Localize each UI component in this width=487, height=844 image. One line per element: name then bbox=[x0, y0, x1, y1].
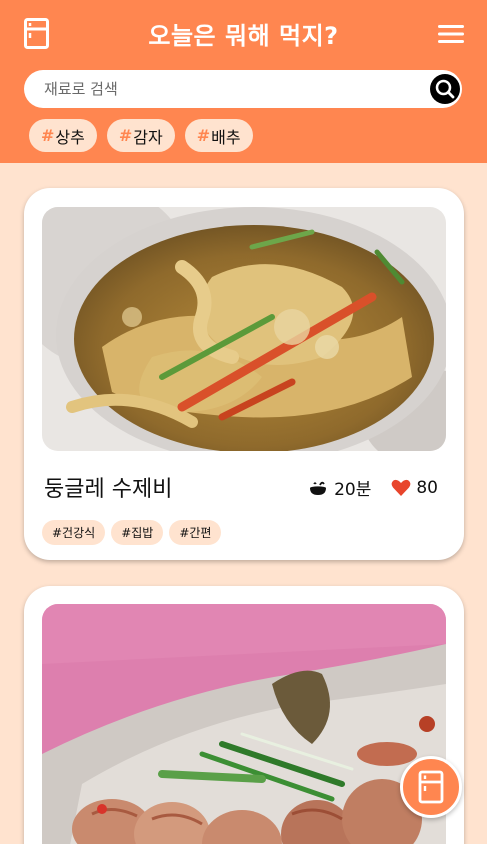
recipe-tag-list: #건강식 #집밥 #간편 bbox=[42, 520, 222, 545]
recipe-title: 둥글레 수제비 bbox=[44, 477, 173, 502]
ingredient-chip-label: 배추 bbox=[211, 127, 241, 147]
recipe-tag[interactable]: #간편 bbox=[169, 520, 222, 545]
fridge-fab-button[interactable] bbox=[400, 756, 462, 818]
ingredient-chip[interactable]: # 배추 bbox=[184, 119, 253, 152]
cooking-pot-icon bbox=[310, 481, 327, 495]
recipe-meta: 20분 80 bbox=[308, 475, 438, 500]
heart-icon[interactable] bbox=[391, 479, 411, 497]
ingredient-chip-label: 상추 bbox=[55, 127, 85, 147]
like-count: 80 bbox=[416, 477, 438, 498]
fridge-icon bbox=[418, 770, 444, 804]
recipe-tag[interactable]: #건강식 bbox=[42, 520, 106, 545]
search-icon bbox=[435, 79, 455, 99]
hash-symbol: # bbox=[196, 126, 211, 145]
ingredient-chip[interactable]: # 상추 bbox=[29, 119, 97, 152]
app-header: 오늘은 뭐해 먹지? # 상추 # 감자 # 배추 bbox=[0, 0, 487, 163]
search-input[interactable] bbox=[44, 70, 424, 108]
search-button[interactable] bbox=[430, 74, 460, 104]
cooking-time: 20분 bbox=[334, 480, 372, 500]
recipe-photo bbox=[42, 604, 446, 844]
search-bar bbox=[24, 70, 462, 108]
recipe-tag[interactable]: #집밥 bbox=[111, 520, 164, 545]
ingredient-chip-list: # 상추 # 감자 # 배추 bbox=[29, 119, 253, 152]
recipe-photo bbox=[42, 207, 446, 451]
hash-symbol: # bbox=[118, 126, 133, 145]
recipe-card[interactable]: 둥글레 수제비 20분 80 #건강식 #집밥 #간편 bbox=[24, 188, 464, 560]
ingredient-chip-label: 감자 bbox=[133, 127, 163, 147]
ingredient-chip[interactable]: # 감자 bbox=[106, 119, 175, 152]
app-title: 오늘은 뭐해 먹지? bbox=[148, 22, 339, 50]
hash-symbol: # bbox=[41, 126, 55, 145]
recipe-card[interactable] bbox=[24, 586, 464, 844]
hamburger-menu-icon[interactable] bbox=[438, 24, 464, 44]
